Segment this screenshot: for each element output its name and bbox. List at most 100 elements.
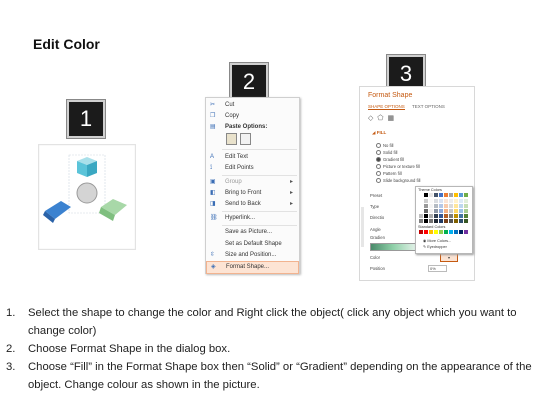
standard-color-swatch[interactable] bbox=[419, 230, 423, 234]
theme-color-swatch[interactable] bbox=[459, 209, 463, 213]
theme-color-swatch[interactable] bbox=[434, 209, 438, 213]
menu-item-send-to-back[interactable]: ◨ Send to Back ▸ bbox=[206, 199, 299, 210]
fill-option-gradient[interactable]: Gradient fill bbox=[376, 157, 404, 163]
theme-color-swatch[interactable] bbox=[439, 193, 443, 197]
theme-color-swatch[interactable] bbox=[459, 193, 463, 197]
theme-color-swatch[interactable] bbox=[434, 193, 438, 197]
standard-color-swatch[interactable] bbox=[459, 230, 463, 234]
menu-item-cut[interactable]: ✂ Cut bbox=[206, 100, 299, 111]
theme-color-swatch[interactable] bbox=[444, 219, 448, 223]
fill-option-no-fill[interactable]: No fill bbox=[376, 143, 393, 149]
theme-color-swatch[interactable] bbox=[439, 219, 443, 223]
theme-color-swatch[interactable] bbox=[454, 204, 458, 208]
size-properties-icon[interactable]: ▦ bbox=[387, 115, 398, 122]
theme-color-swatch[interactable] bbox=[464, 204, 468, 208]
center-circle-shape[interactable] bbox=[76, 182, 98, 204]
standard-color-swatch[interactable] bbox=[439, 230, 443, 234]
more-colors-item[interactable]: ◉ More Colors... bbox=[423, 238, 451, 243]
color-picker-button[interactable]: ▾ bbox=[440, 253, 458, 262]
fill-line-icon[interactable]: ◇ bbox=[368, 115, 377, 122]
theme-color-swatch[interactable] bbox=[439, 209, 443, 213]
theme-color-swatch[interactable] bbox=[464, 219, 468, 223]
fill-option-pattern[interactable]: Pattern fill bbox=[376, 171, 402, 177]
menu-item-edit-text[interactable]: A Edit Text bbox=[206, 152, 299, 163]
standard-color-swatch[interactable] bbox=[444, 230, 448, 234]
fill-section-header[interactable]: ◢ FILL bbox=[372, 130, 386, 136]
theme-color-swatch[interactable] bbox=[449, 199, 453, 203]
theme-color-swatch[interactable] bbox=[424, 193, 428, 197]
menu-item-save-as-picture[interactable]: Save as Picture... bbox=[206, 227, 299, 238]
paste-picture-icon[interactable] bbox=[240, 133, 251, 145]
theme-color-swatch[interactable] bbox=[424, 204, 428, 208]
left-blue-shape[interactable] bbox=[43, 201, 71, 223]
theme-color-swatch[interactable] bbox=[459, 219, 463, 223]
eyedropper-item[interactable]: ✎ Eyedropper bbox=[423, 244, 447, 249]
theme-color-swatch[interactable] bbox=[429, 219, 433, 223]
theme-color-swatch[interactable] bbox=[419, 219, 423, 223]
fill-option-solid[interactable]: Solid fill bbox=[376, 150, 397, 156]
tab-shape-options[interactable]: SHAPE OPTIONS bbox=[368, 104, 405, 110]
menu-item-edit-points[interactable]: ⟟ Edit Points bbox=[206, 163, 299, 174]
theme-color-swatch[interactable] bbox=[454, 193, 458, 197]
theme-color-swatch[interactable] bbox=[454, 214, 458, 218]
menu-item-size-position[interactable]: ⇳ Size and Position... bbox=[206, 250, 299, 261]
theme-color-swatch[interactable] bbox=[459, 199, 463, 203]
standard-color-swatch[interactable] bbox=[424, 230, 428, 234]
theme-color-swatch[interactable] bbox=[434, 214, 438, 218]
theme-color-swatch[interactable] bbox=[449, 209, 453, 213]
theme-color-swatch[interactable] bbox=[444, 193, 448, 197]
theme-color-swatch[interactable] bbox=[424, 209, 428, 213]
standard-color-swatch[interactable] bbox=[434, 230, 438, 234]
tab-text-options[interactable]: TEXT OPTIONS bbox=[412, 104, 445, 109]
theme-color-swatch[interactable] bbox=[444, 199, 448, 203]
theme-color-swatch[interactable] bbox=[424, 199, 428, 203]
theme-color-swatch[interactable] bbox=[429, 209, 433, 213]
theme-color-swatch[interactable] bbox=[464, 209, 468, 213]
theme-color-swatch[interactable] bbox=[444, 204, 448, 208]
paste-keep-formatting-icon[interactable] bbox=[226, 133, 237, 145]
theme-color-swatch[interactable] bbox=[419, 199, 423, 203]
theme-color-swatch[interactable] bbox=[419, 214, 423, 218]
standard-color-swatch[interactable] bbox=[464, 230, 468, 234]
theme-color-swatch[interactable] bbox=[444, 214, 448, 218]
theme-color-swatch[interactable] bbox=[439, 199, 443, 203]
menu-item-group[interactable]: ▣ Group ▸ bbox=[206, 177, 299, 188]
menu-item-hyperlink[interactable]: ⛓ Hyperlink... bbox=[206, 213, 299, 224]
theme-color-swatch[interactable] bbox=[449, 204, 453, 208]
theme-color-swatch[interactable] bbox=[429, 199, 433, 203]
theme-color-swatch[interactable] bbox=[419, 204, 423, 208]
theme-color-swatch[interactable] bbox=[434, 204, 438, 208]
theme-color-swatch[interactable] bbox=[464, 193, 468, 197]
theme-color-swatch[interactable] bbox=[449, 219, 453, 223]
standard-color-swatch[interactable] bbox=[454, 230, 458, 234]
theme-color-swatch[interactable] bbox=[459, 204, 463, 208]
theme-color-swatch[interactable] bbox=[459, 214, 463, 218]
theme-color-swatch[interactable] bbox=[429, 193, 433, 197]
menu-item-set-default-shape[interactable]: Set as Default Shape bbox=[206, 239, 299, 250]
theme-color-swatch[interactable] bbox=[429, 204, 433, 208]
theme-color-swatch[interactable] bbox=[454, 219, 458, 223]
theme-color-swatch[interactable] bbox=[419, 193, 423, 197]
theme-color-swatch[interactable] bbox=[424, 214, 428, 218]
theme-color-swatch[interactable] bbox=[439, 214, 443, 218]
theme-color-swatch[interactable] bbox=[439, 204, 443, 208]
pane-scrollbar[interactable] bbox=[361, 207, 364, 247]
theme-color-swatch[interactable] bbox=[429, 214, 433, 218]
theme-color-swatch[interactable] bbox=[434, 199, 438, 203]
effects-icon[interactable]: ⬠ bbox=[377, 115, 387, 122]
theme-color-swatch[interactable] bbox=[464, 199, 468, 203]
theme-color-swatch[interactable] bbox=[419, 209, 423, 213]
menu-item-bring-to-front[interactable]: ◧ Bring to Front ▸ bbox=[206, 188, 299, 199]
theme-color-swatch[interactable] bbox=[454, 209, 458, 213]
position-field[interactable]: 0% bbox=[428, 265, 447, 272]
right-green-shape[interactable] bbox=[99, 199, 127, 221]
theme-color-swatch[interactable] bbox=[464, 214, 468, 218]
theme-color-swatch[interactable] bbox=[424, 219, 428, 223]
theme-color-swatch[interactable] bbox=[454, 199, 458, 203]
top-cube-shape[interactable] bbox=[77, 157, 97, 177]
menu-item-copy[interactable]: ❐ Copy bbox=[206, 111, 299, 122]
theme-color-swatch[interactable] bbox=[434, 219, 438, 223]
fill-option-picture[interactable]: Picture or texture fill bbox=[376, 164, 420, 170]
standard-color-swatch[interactable] bbox=[449, 230, 453, 234]
theme-color-swatch[interactable] bbox=[444, 209, 448, 213]
